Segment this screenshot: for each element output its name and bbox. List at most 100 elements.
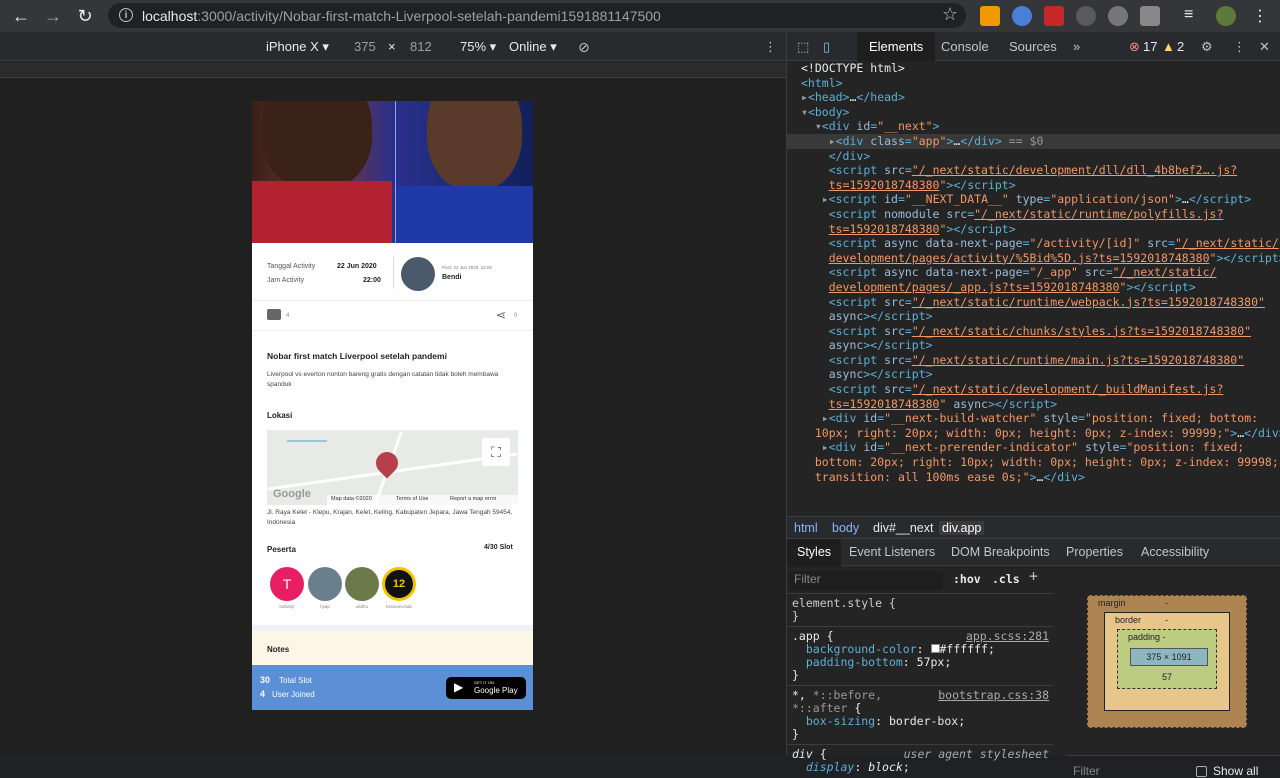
- show-all-checkbox[interactable]: [1196, 766, 1207, 777]
- dom-line[interactable]: ts=1592018748380" async></script>: [787, 397, 1280, 412]
- dom-line[interactable]: <script async data-next-page="/activity/…: [787, 236, 1280, 251]
- zoom-select[interactable]: 75% ▾: [460, 39, 496, 55]
- map-report-link[interactable]: Report a map error: [450, 496, 496, 502]
- dom-line[interactable]: async></script>: [787, 309, 1280, 324]
- dom-line-selected[interactable]: ▸<div class="app">…</div> == $0: [787, 133, 1280, 149]
- back-arrow-icon[interactable]: ←: [6, 1, 36, 31]
- reload-icon[interactable]: ↻: [70, 1, 100, 31]
- tab-console[interactable]: Console: [941, 39, 989, 54]
- dom-line[interactable]: development/pages/activity/%5Bid%5D.js?t…: [787, 251, 1280, 266]
- close-icon[interactable]: ✕: [1259, 39, 1270, 55]
- dom-tree[interactable]: <!DOCTYPE html> <html> ▸<head>…</head> ▾…: [787, 61, 1280, 516]
- dom-line[interactable]: <script async data-next-page="/_app" src…: [787, 265, 1280, 280]
- device-height-input[interactable]: 812: [410, 39, 432, 54]
- tab-sources[interactable]: Sources: [1009, 39, 1057, 54]
- participant-item[interactable]: hyap: [308, 567, 342, 615]
- box-border[interactable]: border - padding - 375 × 1091 57: [1104, 612, 1230, 711]
- extension-cloud-icon[interactable]: [1108, 6, 1128, 26]
- author-avatar[interactable]: [401, 257, 435, 291]
- box-filter-input[interactable]: Filter: [1073, 764, 1100, 778]
- tab-styles[interactable]: Styles: [787, 539, 842, 566]
- dom-line[interactable]: <html>: [787, 76, 1280, 91]
- device-width-input[interactable]: 375: [354, 39, 376, 54]
- inspect-icon[interactable]: ⬚: [797, 39, 809, 55]
- device-select[interactable]: iPhone X ▾: [266, 39, 329, 55]
- rotate-icon[interactable]: ⊘: [578, 39, 590, 56]
- error-icon[interactable]: ⊗: [1129, 39, 1140, 55]
- dom-line[interactable]: ▸<div id="__next-prerender-indicator" st…: [787, 440, 1280, 455]
- crumb-html[interactable]: html: [794, 521, 818, 535]
- dom-line[interactable]: transition: all 100ms ease 0s;">…</div>: [787, 470, 1280, 485]
- crumb-next[interactable]: div#__next: [873, 521, 933, 535]
- info-icon[interactable]: i: [119, 8, 133, 22]
- dom-line[interactable]: ts=1592018748380"></script>: [787, 178, 1280, 193]
- tab-elements[interactable]: Elements: [857, 32, 936, 61]
- hov-toggle[interactable]: :hov: [953, 573, 981, 586]
- add-rule-icon[interactable]: +: [1029, 569, 1038, 584]
- crumb-app[interactable]: div.app: [939, 521, 985, 535]
- participant-item[interactable]: T trahanjr: [270, 567, 304, 615]
- dom-line[interactable]: ▸<head>…</head>: [787, 90, 1280, 105]
- devtools-menu-icon[interactable]: ⋮: [1233, 39, 1246, 55]
- google-play-button[interactable]: ▶ GET IT ON Google Play: [446, 677, 526, 699]
- dom-line[interactable]: <script src="/_next/static/chunks/styles…: [787, 324, 1280, 339]
- dom-line[interactable]: <!DOCTYPE html>: [787, 61, 1280, 76]
- tab-accessibility[interactable]: Accessibility: [1141, 545, 1209, 559]
- rule-source[interactable]: bootstrap.css:38: [938, 689, 1049, 702]
- extension-chart-icon[interactable]: [980, 6, 1000, 26]
- dom-line[interactable]: async></script>: [787, 338, 1280, 353]
- box-margin[interactable]: margin - border - padding - 375 × 1091 5…: [1087, 595, 1247, 728]
- dom-line[interactable]: <script src="/_next/static/development/d…: [787, 163, 1280, 178]
- bookmark-star-icon[interactable]: ☆: [942, 4, 958, 25]
- map-terms-link[interactable]: Terms of Use: [396, 496, 428, 502]
- forward-arrow-icon[interactable]: →: [38, 1, 68, 31]
- dom-line[interactable]: <script src="/_next/static/runtime/webpa…: [787, 295, 1280, 310]
- box-content[interactable]: 375 × 1091: [1130, 648, 1208, 666]
- dom-line[interactable]: <script src="/_next/static/runtime/main.…: [787, 353, 1280, 368]
- tab-dom-breakpoints[interactable]: DOM Breakpoints: [951, 545, 1050, 559]
- peserta-label: Peserta: [267, 545, 296, 554]
- settings-gear-icon[interactable]: ⚙: [1201, 39, 1213, 55]
- warning-icon[interactable]: ▲: [1162, 39, 1175, 54]
- extension-circle-icon[interactable]: [1012, 6, 1032, 26]
- dom-line[interactable]: bottom: 20px; right: 10px; width: 0px; h…: [787, 455, 1280, 470]
- app-viewport[interactable]: Tanggal Activity 22 Jun 2020 Jam Activit…: [252, 101, 533, 710]
- styles-filter-input[interactable]: Filter: [789, 571, 943, 590]
- styles-pane[interactable]: Filter :hov .cls + element.style {} .app…: [787, 567, 1053, 774]
- dom-line[interactable]: async></script>: [787, 367, 1280, 382]
- dom-line[interactable]: 10px; right: 20px; width: 0px; height: 0…: [787, 426, 1280, 441]
- dom-line[interactable]: ▸<script id="__NEXT_DATA__" type="applic…: [787, 192, 1280, 207]
- participant-item[interactable]: 12 bramanvisab: [382, 567, 416, 615]
- dom-line[interactable]: <script nomodule src="/_next/static/runt…: [787, 207, 1280, 222]
- dom-line[interactable]: ▾<div id="__next">: [787, 119, 1280, 134]
- dom-line[interactable]: ▸<div id="__next-build-watcher" style="p…: [787, 411, 1280, 426]
- tab-event-listeners[interactable]: Event Listeners: [849, 545, 935, 559]
- extension-gear-icon[interactable]: [1076, 6, 1096, 26]
- media-queue-icon[interactable]: ≡: [1184, 6, 1204, 26]
- menu-kebab-icon[interactable]: ⋮: [1252, 6, 1272, 26]
- cls-toggle[interactable]: .cls: [992, 573, 1020, 586]
- dom-line[interactable]: ts=1592018748380"></script>: [787, 222, 1280, 237]
- participant-item[interactable]: alidho: [345, 567, 379, 615]
- dom-line[interactable]: development/pages/_app.js?ts=15920187483…: [787, 280, 1280, 295]
- extension-camera-icon[interactable]: [1140, 6, 1160, 26]
- dom-line[interactable]: ▾<body>: [787, 105, 1280, 120]
- profile-avatar[interactable]: [1216, 6, 1236, 26]
- location-map[interactable]: ⛶ Google Map data ©2020 Terms of Use Rep…: [267, 430, 518, 505]
- share-icon[interactable]: ⋖: [496, 308, 506, 322]
- rule-source[interactable]: app.scss:281: [966, 630, 1049, 643]
- device-toggle-icon[interactable]: ▯: [823, 39, 830, 55]
- crumb-body[interactable]: body: [832, 521, 859, 535]
- map-fullscreen-icon[interactable]: ⛶: [482, 438, 510, 466]
- throttle-select[interactable]: Online ▾: [509, 39, 557, 55]
- comment-icon[interactable]: [267, 309, 281, 320]
- dom-line[interactable]: </div>: [787, 149, 1280, 164]
- more-tabs-icon[interactable]: »: [1073, 39, 1080, 54]
- more-options-icon[interactable]: ⋮: [764, 39, 777, 55]
- address-bar[interactable]: i localhost:3000/activity/Nobar-first-ma…: [108, 3, 966, 28]
- address-text: Jl. Raya Kelet - Klepu, Krajan, Kelet, K…: [267, 509, 513, 526]
- dom-line[interactable]: <script src="/_next/static/development/_…: [787, 382, 1280, 397]
- tab-properties[interactable]: Properties: [1066, 545, 1123, 559]
- box-padding[interactable]: padding - 375 × 1091 57: [1117, 629, 1217, 689]
- extension-red-icon[interactable]: [1044, 6, 1064, 26]
